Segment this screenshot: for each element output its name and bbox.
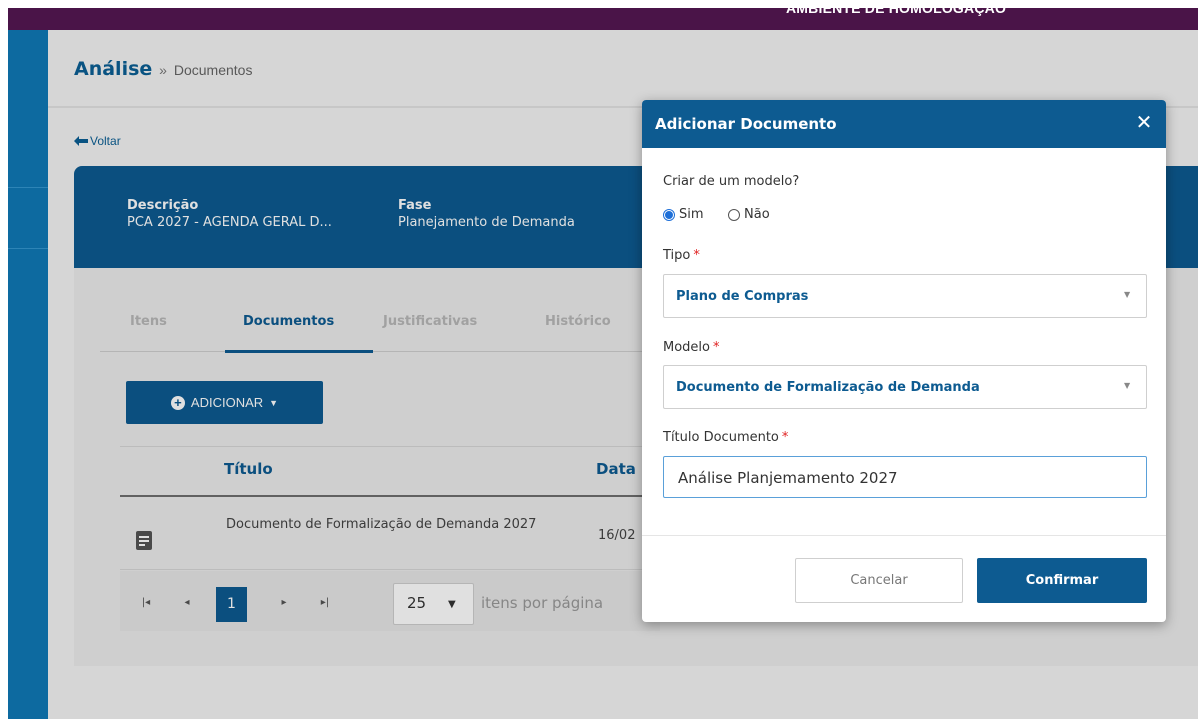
create-from-model-label: Criar de um modelo? (663, 174, 800, 189)
radio-sim-label[interactable]: Sim (679, 207, 704, 222)
confirm-button[interactable]: Confirmar (977, 558, 1147, 603)
chevron-down-icon: ▼ (1124, 290, 1131, 299)
tipo-select[interactable]: Plano de Compras ▼ (663, 274, 1147, 318)
chevron-down-icon: ▼ (1124, 381, 1131, 390)
modal-header: Adicionar Documento ✕ (642, 100, 1166, 148)
close-icon[interactable]: ✕ (1132, 110, 1156, 134)
modelo-select[interactable]: Documento de Formalização de Demanda ▼ (663, 365, 1147, 409)
environment-banner: AMBIENTE DE HOMOLOGAÇÃO (8, 8, 1198, 30)
required-mark: * (781, 430, 789, 445)
titulo-documento-label: Título Documento * (663, 430, 789, 445)
sidebar (8, 30, 48, 719)
radio-sim[interactable] (663, 209, 675, 221)
radio-nao[interactable] (728, 209, 740, 221)
radio-nao-label[interactable]: Não (744, 207, 770, 222)
environment-banner-text: AMBIENTE DE HOMOLOGAÇÃO (786, 8, 1007, 16)
tipo-label: Tipo * (663, 248, 700, 263)
titulo-documento-input[interactable]: Análise Planjemamento 2027 (663, 456, 1147, 498)
modelo-select-value: Documento de Formalização de Demanda (676, 380, 980, 395)
cancel-button[interactable]: Cancelar (795, 558, 963, 603)
required-mark: * (693, 248, 700, 263)
required-mark: * (713, 340, 720, 355)
modelo-label: Modelo * (663, 340, 720, 355)
sidebar-divider (8, 248, 48, 249)
modal-title: Adicionar Documento (655, 115, 837, 133)
modal-footer-divider (642, 535, 1166, 536)
sidebar-divider (8, 187, 48, 188)
add-document-modal: Adicionar Documento ✕ Criar de um modelo… (642, 100, 1166, 622)
tipo-select-value: Plano de Compras (676, 289, 809, 304)
